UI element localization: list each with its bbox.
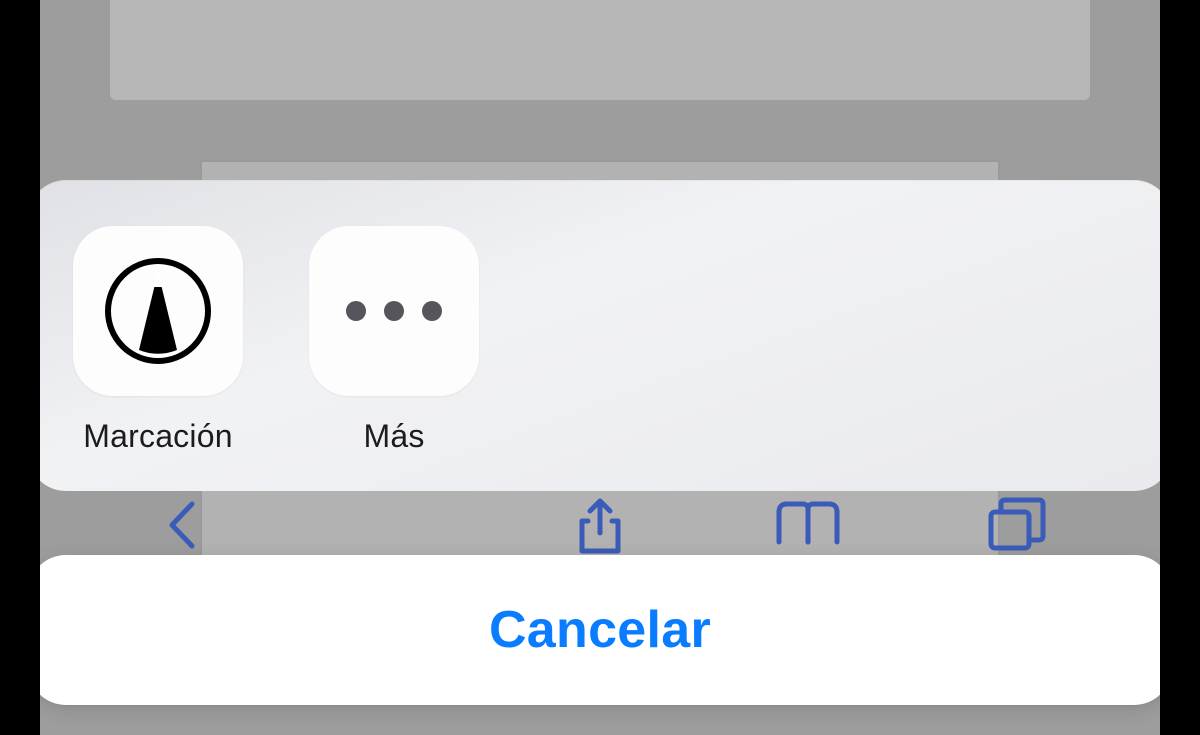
cancel-button-label: Cancelar — [489, 600, 711, 660]
share-sheet-panel: Marcación Más — [28, 180, 1172, 491]
background-card-top — [110, 0, 1090, 100]
letterbox-left — [0, 0, 40, 735]
markup-tile — [73, 226, 243, 396]
bookmarks-icon — [704, 498, 912, 552]
action-markup-label: Marcación — [83, 418, 232, 455]
action-markup[interactable]: Marcación — [68, 226, 248, 455]
cancel-button[interactable]: Cancelar — [28, 555, 1172, 705]
markup-pen-icon — [99, 252, 217, 370]
back-icon — [80, 498, 288, 552]
more-ellipsis-icon — [346, 301, 442, 321]
action-more-label: Más — [363, 418, 424, 455]
action-more[interactable]: Más — [304, 226, 484, 455]
more-tile — [309, 226, 479, 396]
letterbox-right — [1160, 0, 1200, 735]
screen: Marcación Más Cancelar — [0, 0, 1200, 735]
share-icon — [496, 495, 704, 555]
tabs-icon — [912, 496, 1120, 554]
share-actions-row: Marcación Más — [68, 226, 1132, 455]
